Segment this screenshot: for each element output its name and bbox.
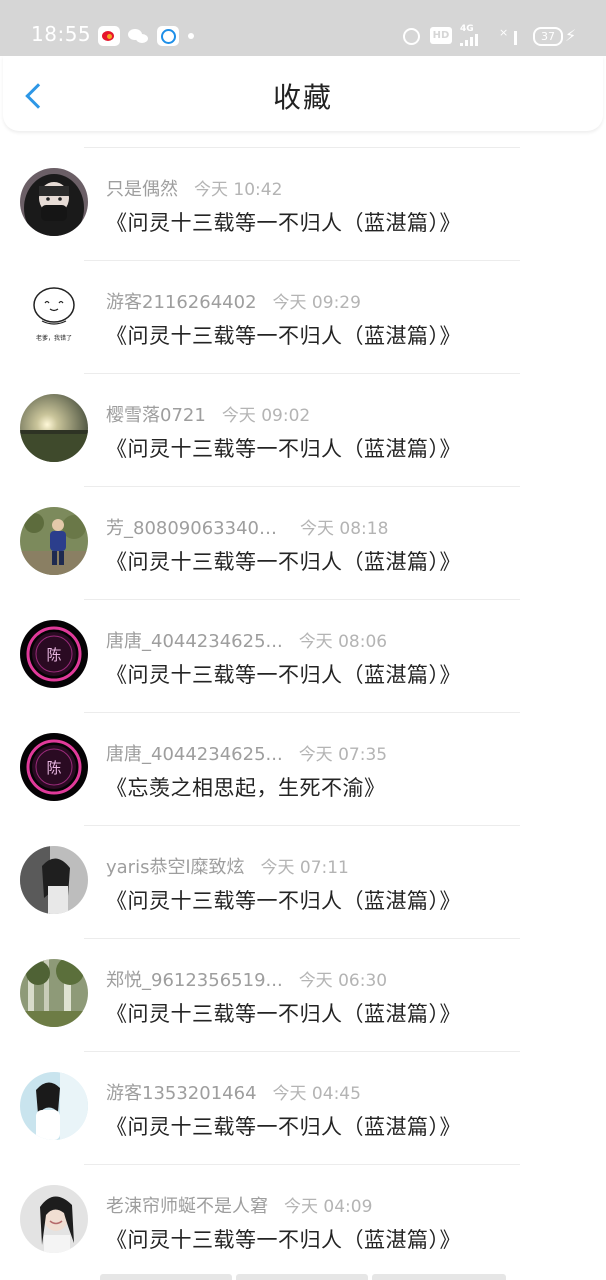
- username[interactable]: 芳_808090633404...: [106, 514, 284, 540]
- hd-badge: HD: [430, 27, 452, 44]
- avatar-caption: 陈: [46, 646, 61, 664]
- divider: [84, 1164, 520, 1165]
- divider: [84, 260, 520, 261]
- username[interactable]: 唐唐_4044234625...: [106, 740, 283, 766]
- book-title[interactable]: 《问灵十三载等一不归人（蓝湛篇）》: [106, 1224, 461, 1254]
- item-meta: 芳_808090633404... 今天 08:18: [106, 514, 388, 540]
- avatar[interactable]: [20, 507, 88, 575]
- list-item[interactable]: 陈 唐唐_4044234625... 今天 08:06 《问灵十三载等一不归人（蓝…: [0, 582, 606, 695]
- avatar[interactable]: 老爹，我错了: [20, 281, 88, 349]
- item-meta: 唐唐_4044234625... 今天 08:06: [106, 627, 387, 653]
- signal-secondary-icon: ×: [499, 27, 521, 45]
- avatar[interactable]: [20, 1072, 88, 1140]
- item-meta: 樱雪落0721 今天 09:02: [106, 401, 310, 427]
- list-item[interactable]: 只是偶然 今天 10:42 《问灵十三载等一不归人（蓝湛篇）》: [0, 130, 606, 243]
- network-type-label: 4G: [460, 24, 474, 34]
- qq-browser-icon: [157, 26, 179, 46]
- book-title[interactable]: 《问灵十三载等一不归人（蓝湛篇）》: [106, 885, 461, 915]
- battery-icon: 37: [533, 27, 563, 46]
- signal-icon: [460, 34, 488, 46]
- divider: [84, 373, 520, 374]
- username[interactable]: 郑悦_9612356519...: [106, 966, 283, 992]
- item-meta: 郑悦_9612356519... 今天 06:30: [106, 966, 387, 992]
- list-item[interactable]: 老涑帘师蜒不是人窘 今天 04:09 《问灵十三载等一不归人（蓝湛篇）》: [0, 1147, 606, 1260]
- avatar[interactable]: [20, 959, 88, 1027]
- bottom-bar-segment: [236, 1274, 368, 1280]
- username[interactable]: 游客2116264402: [106, 288, 257, 314]
- list-item[interactable]: 老爹，我错了 游客2116264402 今天 09:29 《问灵十三载等一不归人（…: [0, 243, 606, 356]
- avatar-caption: 陈: [46, 759, 61, 777]
- timestamp: 今天 09:02: [221, 406, 311, 426]
- bottom-bar-segment: [100, 1274, 232, 1280]
- timestamp: 今天 04:45: [272, 1084, 361, 1104]
- username[interactable]: 樱雪落0721: [106, 401, 206, 427]
- list-item[interactable]: 芳_808090633404... 今天 08:18 《问灵十三载等一不归人（蓝湛…: [0, 469, 606, 582]
- timestamp: 今天 09:29: [272, 293, 361, 313]
- item-meta: yaris恭空l糜致炫 今天 07:11: [106, 853, 349, 879]
- avatar[interactable]: 陈: [20, 620, 88, 688]
- book-title[interactable]: 《问灵十三载等一不归人（蓝湛篇）》: [106, 207, 461, 237]
- list-item[interactable]: yaris恭空l糜致炫 今天 07:11 《问灵十三载等一不归人（蓝湛篇）》: [0, 808, 606, 921]
- list-item[interactable]: 游客1353201464 今天 04:45 《问灵十三载等一不归人（蓝湛篇）》: [0, 1034, 606, 1147]
- divider: [84, 486, 520, 487]
- timestamp: 今天 08:06: [298, 632, 388, 652]
- book-title[interactable]: 《问灵十三载等一不归人（蓝湛篇）》: [106, 546, 461, 576]
- book-title[interactable]: 《问灵十三载等一不归人（蓝湛篇）》: [106, 320, 461, 350]
- divider: [84, 825, 520, 826]
- book-title[interactable]: 《问灵十三载等一不归人（蓝湛篇）》: [106, 998, 461, 1028]
- timestamp: 今天 04:09: [284, 1197, 373, 1217]
- list-item[interactable]: 陈 唐唐_4044234625... 今天 07:35 《忘羡之相思起，生死不渝》: [0, 695, 606, 808]
- divider: [84, 147, 520, 148]
- timestamp: 今天 10:42: [194, 180, 283, 200]
- avatar-caption: 老爹，我错了: [36, 334, 72, 342]
- divider: [84, 599, 520, 600]
- alarm-icon: [403, 28, 420, 45]
- book-title[interactable]: 《问灵十三载等一不归人（蓝湛篇）》: [106, 1111, 461, 1141]
- divider: [84, 1051, 520, 1052]
- avatar[interactable]: [20, 394, 88, 462]
- item-meta: 只是偶然 今天 10:42: [106, 175, 282, 201]
- avatar[interactable]: [20, 1185, 88, 1253]
- avatar[interactable]: 陈: [20, 733, 88, 801]
- avatar[interactable]: [20, 846, 88, 914]
- wechat-icon: [128, 26, 150, 46]
- username[interactable]: 游客1353201464: [106, 1079, 257, 1105]
- item-meta: 游客2116264402 今天 09:29: [106, 288, 361, 314]
- avatar[interactable]: [20, 168, 88, 236]
- item-meta: 老涑帘师蜒不是人窘 今天 04:09: [106, 1192, 372, 1218]
- timestamp: 今天 07:35: [298, 745, 388, 765]
- notification-dot-icon: [188, 33, 194, 39]
- book-title[interactable]: 《问灵十三载等一不归人（蓝湛篇）》: [106, 433, 461, 463]
- username[interactable]: 老涑帘师蜒不是人窘: [106, 1192, 268, 1218]
- weibo-icon: [98, 26, 120, 46]
- charging-icon: ⚡: [565, 26, 577, 45]
- username[interactable]: 只是偶然: [106, 175, 178, 201]
- bottom-bar-segment: [372, 1274, 506, 1280]
- timestamp: 今天 08:18: [300, 519, 389, 539]
- status-bar: 18:55 HD 4G × 37 ⚡: [0, 0, 606, 56]
- item-meta: 游客1353201464 今天 04:45: [106, 1079, 361, 1105]
- list-item[interactable]: 郑悦_9612356519... 今天 06:30 《问灵十三载等一不归人（蓝湛篇…: [0, 921, 606, 1034]
- divider: [84, 938, 520, 939]
- timestamp: 今天 07:11: [260, 858, 349, 878]
- header: 收藏: [3, 56, 603, 131]
- list-item[interactable]: 樱雪落0721 今天 09:02 《问灵十三载等一不归人（蓝湛篇）》: [0, 356, 606, 469]
- username[interactable]: 唐唐_4044234625...: [106, 627, 283, 653]
- item-meta: 唐唐_4044234625... 今天 07:35: [106, 740, 387, 766]
- page-title: 收藏: [272, 81, 333, 114]
- book-title[interactable]: 《忘羡之相思起，生死不渝》: [106, 772, 386, 802]
- book-title[interactable]: 《问灵十三载等一不归人（蓝湛篇）》: [106, 659, 461, 689]
- divider: [84, 712, 520, 713]
- username[interactable]: yaris恭空l糜致炫: [106, 853, 244, 879]
- status-time: 18:55: [31, 22, 92, 46]
- timestamp: 今天 06:30: [298, 971, 388, 991]
